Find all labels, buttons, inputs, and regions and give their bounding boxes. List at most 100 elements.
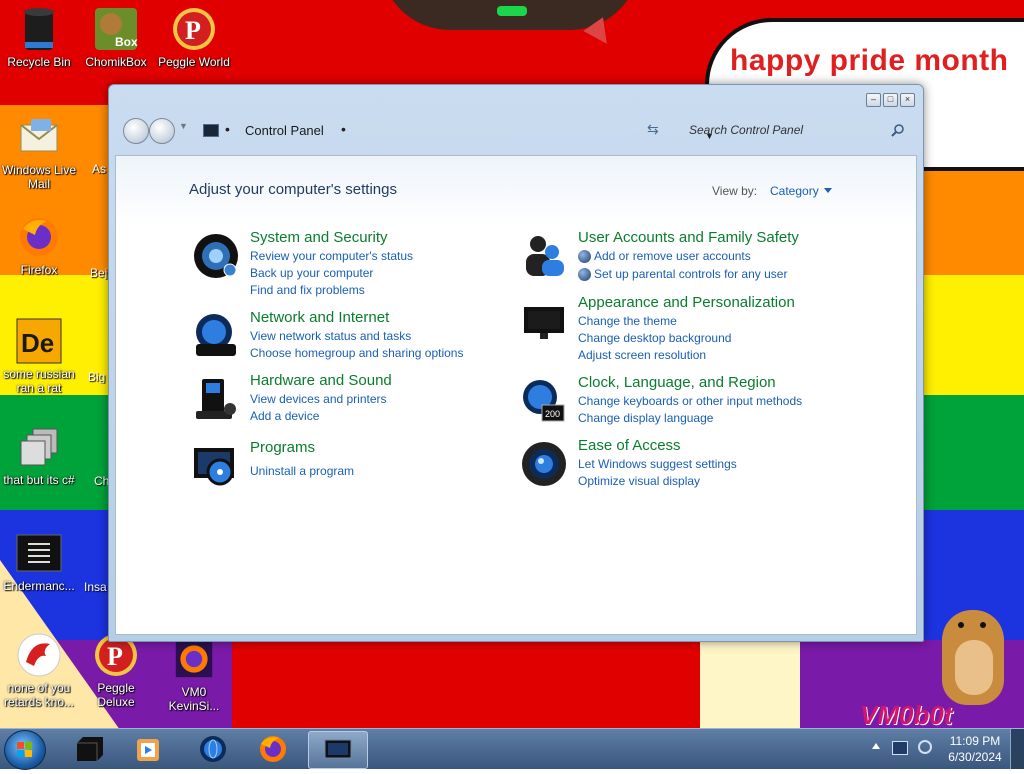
link-devices-printers[interactable]: View devices and printers [250, 392, 387, 406]
taskbar-item-media-player[interactable] [120, 731, 178, 767]
taskbar-item-computer[interactable] [60, 731, 118, 767]
view-by-label: View by: [712, 184, 758, 198]
taskbar-item-control-panel[interactable] [308, 731, 368, 769]
breadcrumb-separator[interactable]: • [341, 121, 346, 137]
category-title[interactable]: Clock, Language, and Region [578, 374, 776, 391]
breadcrumb-separator[interactable]: • [225, 121, 230, 137]
search-icon[interactable] [891, 123, 905, 137]
category-title[interactable]: System and Security [250, 229, 388, 246]
link-display-language[interactable]: Change display language [578, 411, 713, 425]
link-optimize-display[interactable]: Optimize visual display [578, 474, 700, 488]
desktop-icon-windows-live-mail[interactable]: Windows Live Mail [1, 114, 77, 191]
firefox-icon [260, 736, 286, 762]
minimize-button[interactable]: – [866, 93, 881, 107]
desktop-icon-russian-rat[interactable]: De some russian ran a rat [1, 318, 77, 395]
category-title[interactable]: Ease of Access [578, 437, 681, 454]
uac-shield-icon [578, 268, 591, 281]
link-add-remove-accounts[interactable]: Add or remove user accounts [594, 249, 751, 263]
programs-icon [194, 448, 234, 486]
taskbar-item-globe[interactable] [184, 731, 242, 767]
link-network-status[interactable]: View network status and tasks [250, 329, 411, 343]
category-title[interactable]: Programs [250, 439, 315, 456]
desktop-icon-that-but-csharp[interactable]: that but its c# [1, 424, 77, 487]
clock-region-icon: 200 [523, 380, 565, 422]
chomikbox-icon: Box [93, 6, 139, 52]
control-panel-icon [203, 124, 219, 137]
svg-text:Box: Box [115, 35, 138, 49]
link-add-device[interactable]: Add a device [250, 409, 319, 423]
hamster-eye [980, 622, 986, 628]
search-input[interactable]: Search Control Panel [689, 123, 803, 137]
desktop-icon-recycle-bin[interactable]: Recycle Bin [1, 6, 77, 69]
hardware-sound-icon [196, 379, 236, 419]
search-box[interactable]: Search Control Panel [677, 117, 913, 143]
recycle-bin-icon [16, 6, 62, 52]
svg-text:200: 200 [545, 409, 560, 419]
computer-icon [77, 737, 103, 761]
desktop-icon-peggle-deluxe[interactable]: P Peggle Deluxe [78, 632, 154, 709]
back-button[interactable] [123, 118, 149, 144]
mail-icon [16, 114, 62, 160]
network-icon [196, 314, 236, 356]
de-icon: De [16, 318, 62, 364]
taskbar: 11:09 PM 6/30/2024 [0, 728, 1024, 770]
address-bar[interactable]: • Control Panel • ▼ [199, 117, 714, 143]
link-change-keyboards[interactable]: Change keyboards or other input methods [578, 394, 802, 408]
uac-shield-icon [578, 250, 591, 263]
network-tray-icon[interactable] [892, 741, 908, 755]
maximize-button[interactable]: □ [883, 93, 898, 107]
show-hidden-icons-button[interactable] [872, 743, 880, 749]
category-title[interactable]: User Accounts and Family Safety [578, 229, 799, 246]
terminal-icon [16, 530, 62, 576]
user-accounts-icon [526, 236, 564, 276]
speech-bubble-text: happy pride month [730, 44, 1009, 77]
desktop-icon-firefox[interactable]: Firefox [1, 214, 77, 277]
taskbar-item-firefox[interactable] [244, 731, 302, 767]
forward-button[interactable] [149, 118, 175, 144]
chevron-down-icon[interactable] [824, 188, 832, 193]
link-desktop-background[interactable]: Change desktop background [578, 331, 731, 345]
desktop-icon-vm0-kevin[interactable]: VM0 KevinSi... [156, 636, 232, 713]
close-button[interactable]: × [900, 93, 915, 107]
category-title[interactable]: Network and Internet [250, 309, 389, 326]
peggle-icon: P [171, 6, 217, 52]
clock-time[interactable]: 11:09 PM [940, 734, 1010, 748]
link-uninstall[interactable]: Uninstall a program [250, 464, 354, 478]
category-title[interactable]: Appearance and Personalization [578, 294, 795, 311]
link-parental-controls[interactable]: Set up parental controls for any user [594, 267, 787, 281]
recent-pages-dropdown[interactable]: ▼ [179, 121, 188, 131]
show-desktop-button[interactable] [1010, 729, 1024, 769]
firefox-icon [171, 636, 217, 682]
firefox-icon [16, 214, 62, 260]
link-find-fix[interactable]: Find and fix problems [250, 283, 365, 297]
desktop-icon-chomikbox[interactable]: Box ChomikBox [78, 6, 154, 69]
refresh-icon[interactable]: ⇆ [647, 121, 659, 138]
link-review-status[interactable]: Review your computer's status [250, 249, 413, 263]
windows-stack-icon [16, 424, 62, 470]
windows-logo-icon [17, 742, 32, 757]
link-screen-resolution[interactable]: Adjust screen resolution [578, 348, 706, 362]
wallpaper-watermark: VM0b0t [860, 700, 953, 728]
link-suggest-settings[interactable]: Let Windows suggest settings [578, 457, 737, 471]
wallpaper-led [497, 6, 527, 16]
appearance-icon [524, 307, 564, 339]
link-back-up[interactable]: Back up your computer [250, 266, 373, 280]
link-homegroup[interactable]: Choose homegroup and sharing options [250, 346, 463, 360]
view-by-dropdown[interactable]: Category [770, 184, 819, 198]
category-title[interactable]: Hardware and Sound [250, 372, 392, 389]
start-button[interactable] [4, 730, 46, 770]
breadcrumb-control-panel[interactable]: Control Panel [245, 123, 324, 138]
desktop-icon-endermanch[interactable]: Endermanc... [1, 530, 77, 593]
control-panel-icon [324, 739, 352, 759]
volume-tray-icon[interactable] [918, 740, 932, 754]
svg-text:P: P [107, 642, 123, 671]
svg-text:P: P [185, 16, 201, 45]
hamster-belly [955, 640, 993, 695]
page-title: Adjust your computer's settings [189, 181, 397, 198]
wallpaper-pillar-light [700, 640, 800, 728]
system-tray: 11:09 PM 6/30/2024 [864, 729, 1024, 769]
desktop-icon-none-of-you[interactable]: none of you retards kno... [1, 632, 77, 709]
link-change-theme[interactable]: Change the theme [578, 314, 677, 328]
desktop-icon-peggle-wow[interactable]: P Peggle World of Warcraft [156, 6, 232, 69]
clock-date[interactable]: 6/30/2024 [940, 750, 1010, 764]
